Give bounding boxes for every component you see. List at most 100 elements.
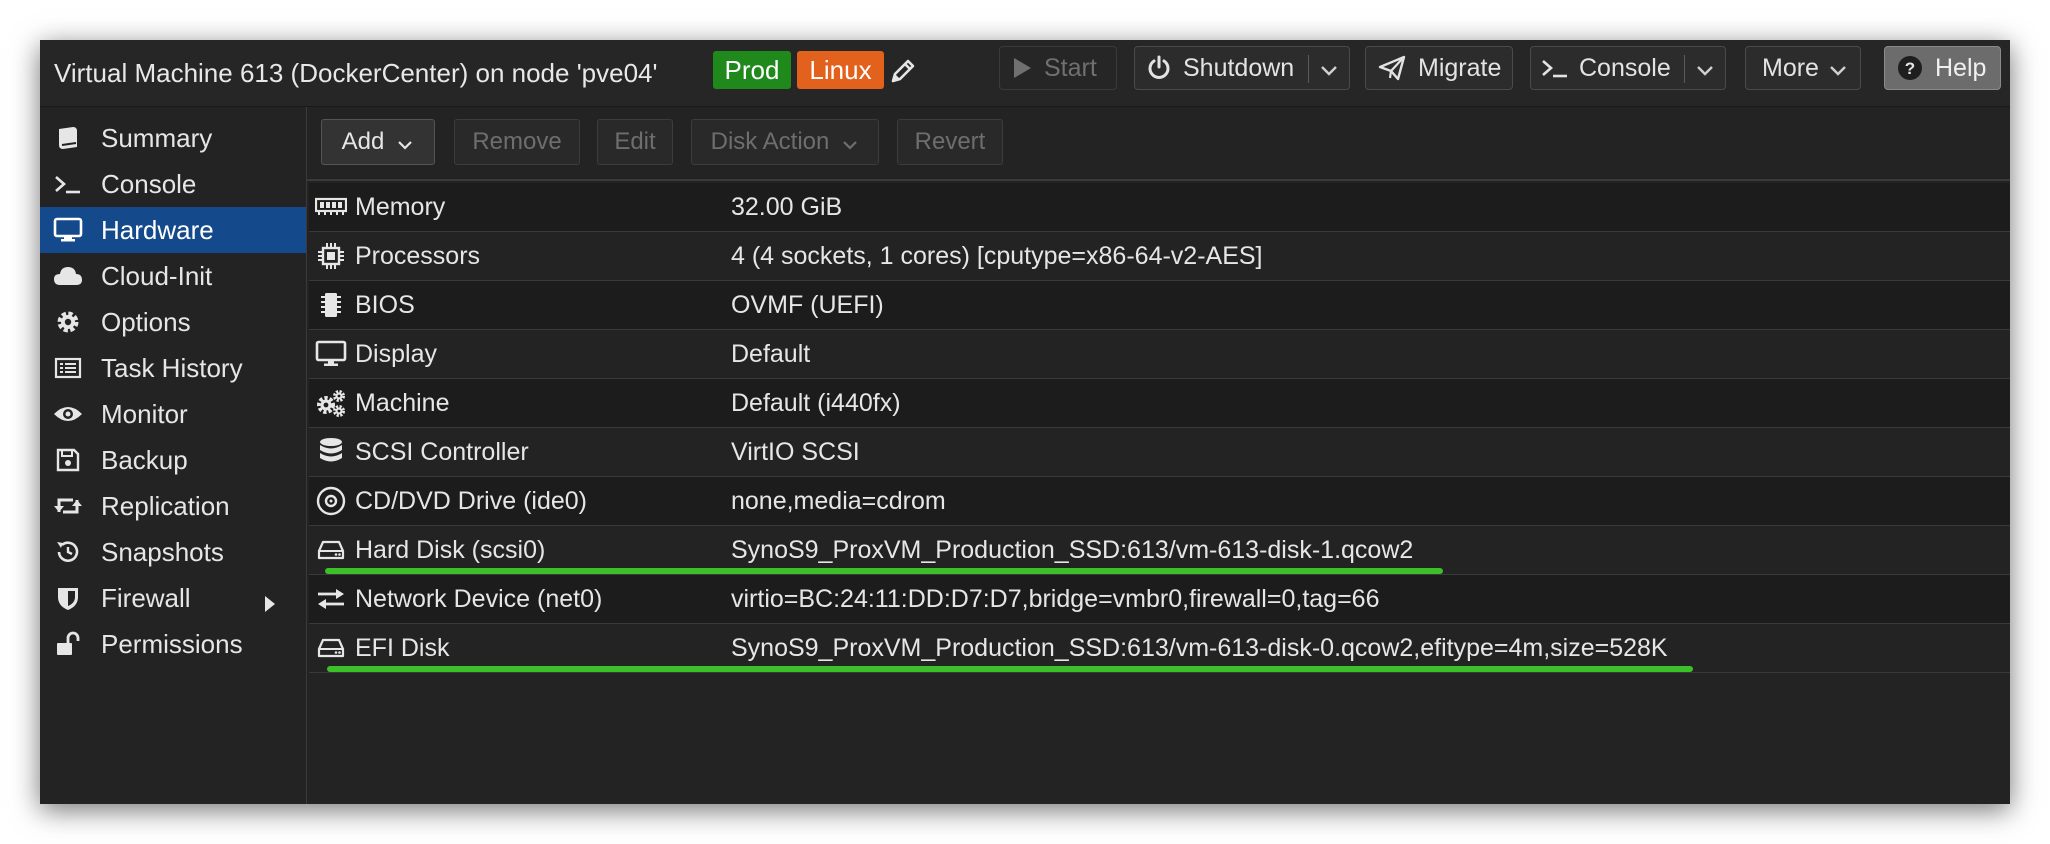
sidebar-item-label: Permissions [101, 628, 243, 659]
tag-linux[interactable]: Linux [797, 51, 884, 89]
help-button-label: Help [1935, 53, 1987, 82]
sidebar-item-label: Summary [101, 122, 213, 153]
help-button[interactable]: ? Help [1884, 46, 2001, 90]
remove-button[interactable]: Remove [454, 119, 580, 165]
row-name: Processors [355, 242, 481, 270]
edit-button[interactable]: Edit [597, 119, 673, 165]
hdd-icon [315, 633, 347, 663]
eye-icon [53, 399, 83, 429]
caret-right-icon[interactable] [264, 589, 276, 620]
row-name: Display [355, 340, 437, 368]
tag-prod[interactable]: Prod [713, 51, 791, 89]
row-value: VirtIO SCSI [731, 438, 860, 466]
table-row[interactable]: Hard Disk (scsi0) SynoS9_ProxVM_Producti… [309, 526, 2010, 575]
floppy-icon [53, 445, 83, 475]
console-button-label: Console [1579, 53, 1671, 82]
terminal-icon [53, 169, 83, 199]
sidebar-item-label: Backup [101, 444, 188, 475]
sidebar-item-replication[interactable]: Replication [40, 483, 306, 529]
add-button-label: Add [341, 128, 385, 155]
svg-text:?: ? [1905, 59, 1915, 78]
row-name: Memory [355, 193, 446, 221]
sidebar-item-label: Console [101, 168, 197, 199]
sidebar-item-backup[interactable]: Backup [40, 437, 306, 483]
chevron-down-icon[interactable] [1695, 59, 1715, 79]
row-name: SCSI Controller [355, 438, 529, 466]
migrate-button-label: Migrate [1418, 53, 1502, 82]
retweet-icon [53, 491, 83, 521]
desktop-icon [315, 339, 347, 369]
start-button[interactable]: Start [999, 46, 1117, 90]
play-icon [1012, 57, 1032, 79]
disk-action-button[interactable]: Disk Action [691, 119, 879, 165]
sidebar-item-task-history[interactable]: Task History [40, 345, 306, 391]
table-row[interactable]: Display Default [309, 330, 2010, 379]
sidebar-item-label: Cloud-Init [101, 260, 213, 291]
sidebar-item-options[interactable]: Options [40, 299, 306, 345]
disk-action-button-label: Disk Action [710, 128, 830, 155]
row-name: Machine [355, 389, 450, 417]
chevron-down-icon [396, 133, 414, 151]
table-row[interactable]: EFI Disk SynoS9_ProxVM_Production_SSD:61… [309, 624, 2010, 673]
cdrom-icon [315, 486, 347, 516]
pencil-icon[interactable] [886, 54, 916, 88]
row-value: 4 (4 sockets, 1 cores) [cputype=x86-64-v… [731, 242, 1263, 270]
row-name: BIOS [355, 291, 415, 319]
history-icon [53, 537, 83, 567]
sidebar-item-label: Monitor [101, 398, 188, 429]
revert-button[interactable]: Revert [897, 119, 1003, 165]
row-value: OVMF (UEFI) [731, 291, 884, 319]
table-row[interactable]: Machine Default (i440fx) [309, 379, 2010, 428]
row-name: Network Device (net0) [355, 585, 603, 613]
cloud-icon [53, 261, 83, 291]
table-row[interactable]: SCSI Controller VirtIO SCSI [309, 428, 2010, 477]
hdd-icon [315, 535, 347, 565]
shutdown-button[interactable]: Shutdown [1134, 46, 1350, 90]
sidebar-item-label: Replication [101, 490, 230, 521]
gear-icon [53, 307, 83, 337]
sidebar-item-summary[interactable]: Summary [40, 115, 306, 161]
sidebar-item-label: Options [101, 306, 191, 337]
sidebar-item-console[interactable]: Console [40, 161, 306, 207]
migrate-button[interactable]: Migrate [1365, 46, 1513, 90]
table-row[interactable]: Memory 32.00 GiB [309, 183, 2010, 232]
table-row[interactable]: Processors 4 (4 sockets, 1 cores) [cputy… [309, 232, 2010, 281]
hardware-panel: Add Remove Edit Disk Action Revert Memor… [307, 107, 2010, 804]
revert-button-label: Revert [914, 128, 986, 155]
console-button[interactable]: Console [1530, 46, 1726, 90]
vm-header: Virtual Machine 613 (DockerCenter) on no… [40, 40, 2010, 107]
book-icon [53, 123, 83, 153]
chevron-down-icon [841, 133, 859, 151]
sidebar-item-label: Hardware [101, 214, 214, 245]
power-icon [1147, 55, 1171, 81]
sidebar-item-snapshots[interactable]: Snapshots [40, 529, 306, 575]
table-row[interactable]: Network Device (net0) virtio=BC:24:11:DD… [309, 575, 2010, 624]
monitor-icon [53, 215, 83, 245]
start-button-label: Start [1044, 53, 1097, 82]
sidebar: Summary Console Hardware Cloud-Init Opti [40, 107, 307, 804]
more-button[interactable]: More [1745, 46, 1861, 90]
sidebar-item-label: Task History [101, 352, 243, 383]
unlock-icon [53, 629, 83, 659]
exchange-icon [315, 584, 347, 614]
more-button-label: More [1762, 53, 1819, 82]
cpu-icon [315, 241, 347, 271]
sidebar-item-firewall[interactable]: Firewall [40, 575, 306, 621]
chevron-down-icon [1828, 59, 1848, 79]
hardware-toolbar: Add Remove Edit Disk Action Revert [307, 107, 2010, 181]
chevron-down-icon[interactable] [1319, 59, 1339, 79]
paper-plane-icon [1378, 55, 1406, 81]
table-row[interactable]: CD/DVD Drive (ide0) none,media=cdrom [309, 477, 2010, 526]
add-button[interactable]: Add [321, 119, 435, 165]
sidebar-item-label: Firewall [101, 582, 191, 613]
table-row[interactable]: BIOS OVMF (UEFI) [309, 281, 2010, 330]
list-icon [53, 353, 83, 383]
sidebar-item-hardware[interactable]: Hardware [40, 207, 306, 253]
sidebar-item-cloud-init[interactable]: Cloud-Init [40, 253, 306, 299]
microchip-icon [315, 290, 347, 320]
vm-window: Virtual Machine 613 (DockerCenter) on no… [40, 40, 2010, 804]
sidebar-item-monitor[interactable]: Monitor [40, 391, 306, 437]
memory-icon [315, 192, 347, 222]
shield-icon [53, 583, 83, 613]
sidebar-item-permissions[interactable]: Permissions [40, 621, 306, 667]
